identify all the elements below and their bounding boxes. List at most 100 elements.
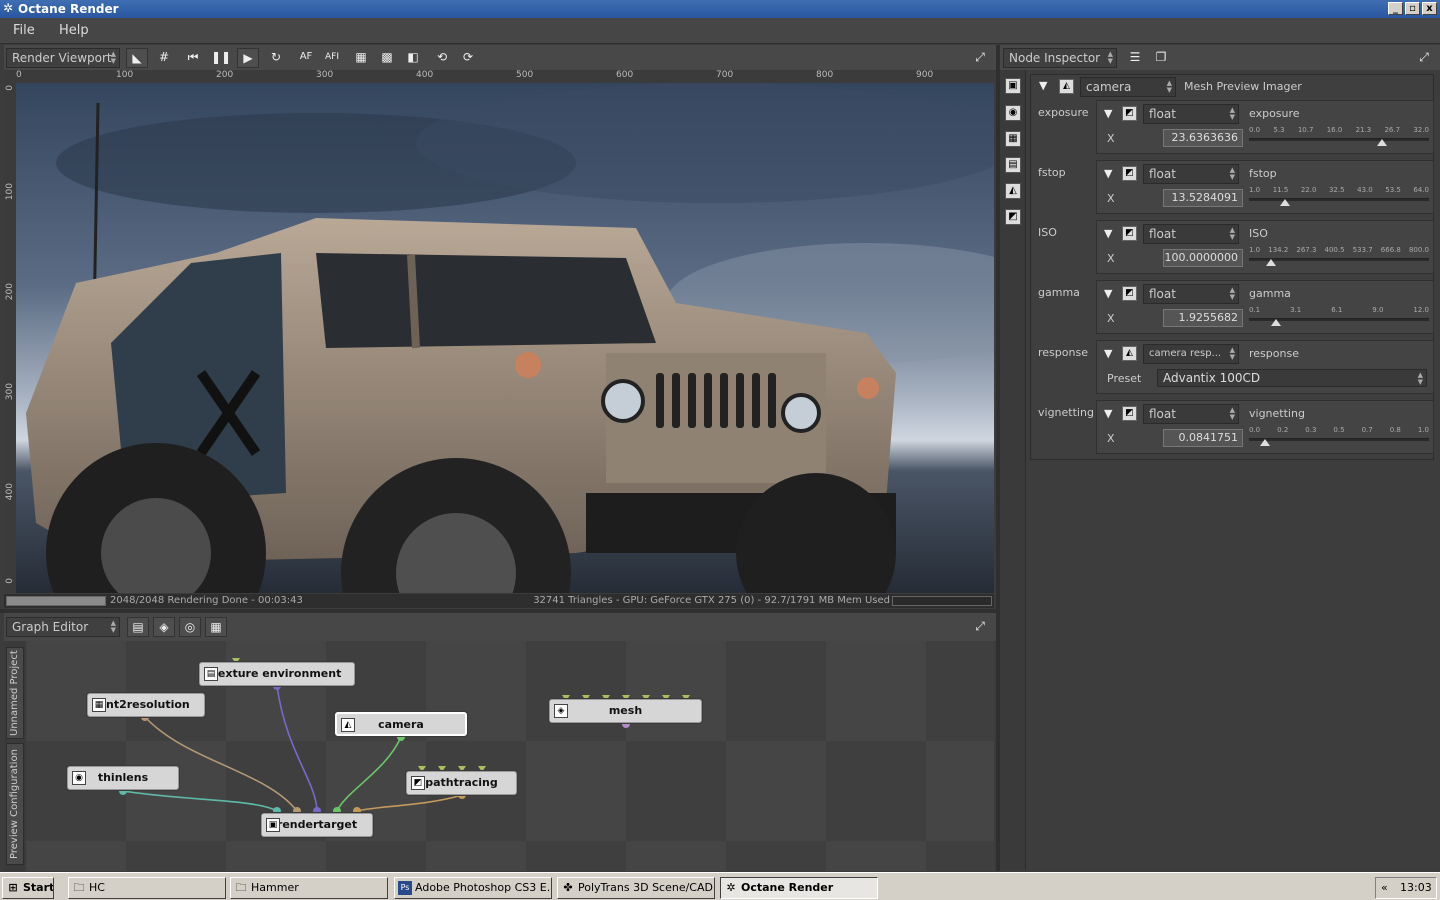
collapse-triangle-icon[interactable]: ▼	[1104, 407, 1112, 420]
collapse-triangle-icon[interactable]: ▼	[1104, 347, 1112, 360]
ruler-tick: 0	[5, 578, 15, 584]
param-value-input[interactable]: 0.0841751	[1163, 429, 1243, 447]
param-label: fstop	[1038, 166, 1066, 179]
graph-material-icon[interactable]: ◎	[179, 617, 201, 637]
node-inspector: ▼ ◭ camera ▲ ▼ Mesh Preview Imager exposur…	[1026, 70, 1440, 870]
task-octane-render[interactable]: ✲ Octane Render	[720, 877, 878, 899]
imager-shortcut-icon[interactable]: ◭	[1005, 183, 1021, 199]
task-hammer[interactable]: 🗀 Hammer	[230, 877, 388, 899]
param-slider[interactable]: 1.0 134.2 267.3 400.5 533.7 666.8 800.0	[1249, 246, 1429, 270]
ruler-tick: 400	[5, 483, 15, 501]
task-polytrans[interactable]: ✤ PolyTrans 3D Scene/CAD...	[557, 877, 715, 899]
node-camera[interactable]: ◭ camera	[335, 712, 467, 736]
slider-thumb[interactable]	[1265, 259, 1276, 266]
kernel-shortcut-icon[interactable]: ◩	[1005, 209, 1021, 225]
close-button[interactable]: x	[1422, 2, 1437, 15]
ruler-tick: 200	[216, 70, 234, 80]
ruler-tick: 700	[716, 70, 734, 80]
tray-expand-icon[interactable]: «	[1381, 878, 1388, 898]
param-value-input[interactable]: 1.9255682	[1163, 309, 1243, 327]
graph-editor-combo[interactable]: Graph Editor ▲ ▼	[6, 617, 120, 637]
param-type-icon: ◩	[1122, 226, 1137, 241]
float-window-icon[interactable]: ❐	[1150, 48, 1172, 68]
collapse-icon[interactable]: ☰	[1124, 48, 1146, 68]
camera-shortcut-icon[interactable]: ◉	[1005, 105, 1021, 121]
node-type-combo[interactable]: camera ▲ ▼	[1080, 77, 1176, 97]
tab-preview-configuration[interactable]: Preview Configuration	[6, 743, 24, 865]
collapse-triangle-icon[interactable]: ▼	[1104, 167, 1112, 180]
slider-tick-label: 64.0	[1413, 186, 1429, 194]
tab-unnamed-project[interactable]: Unnamed Project	[6, 647, 24, 739]
slider-tick-label: 0.0	[1249, 426, 1261, 434]
param-slider[interactable]: 0.1 3.1 6.1 9.0 12.0	[1249, 306, 1429, 330]
slider-thumb[interactable]	[1260, 439, 1271, 446]
node-inspector-combo[interactable]: Node Inspector ▲ ▼	[1003, 48, 1117, 68]
slider-tick-label: 0.2	[1277, 426, 1289, 434]
slider-tick-label: 267.3	[1296, 246, 1317, 254]
start-button[interactable]: ⊞ Start	[2, 877, 54, 899]
param-type-combo[interactable]: camera resp... ▲ ▼	[1143, 344, 1239, 364]
param-slider[interactable]: 1.0 11.5 22.0 32.5 43.0 53.5 64.0	[1249, 186, 1429, 210]
alpha-icon[interactable]: ◧	[402, 48, 424, 68]
param-slider[interactable]: 0.0 5.3 10.7 16.0 21.3 26.7 32.0	[1249, 126, 1429, 150]
resolution-shortcut-icon[interactable]: ▦	[1005, 131, 1021, 147]
slider-tick-label: 53.5	[1385, 186, 1401, 194]
task-hc[interactable]: 🗀 HC	[68, 877, 226, 899]
rewind-icon[interactable]: ⏮	[182, 48, 204, 68]
maximize-graph-icon[interactable]: ⤢	[969, 617, 991, 637]
node-thinlens[interactable]: ◉ thinlens	[67, 766, 179, 790]
select-tool-icon[interactable]: ◣	[126, 48, 148, 68]
render-viewport-combo[interactable]: Render Viewport ▲ ▼	[6, 48, 120, 68]
collapse-triangle-icon[interactable]: ▼	[1104, 227, 1112, 240]
menu-help[interactable]: Help	[59, 23, 89, 38]
maximize-button[interactable]: ▫	[1405, 2, 1420, 15]
param-type-combo[interactable]: float ▲ ▼	[1143, 164, 1239, 184]
node-texture-environment[interactable]: ▤ texture environment	[199, 662, 355, 686]
menu-file[interactable]: File	[13, 23, 35, 38]
collapse-triangle-icon[interactable]: ▼	[1104, 287, 1112, 300]
rendertarget-node-icon: ▣	[266, 818, 280, 832]
maximize-inspector-icon[interactable]: ⤢	[1413, 48, 1435, 68]
rendertarget-shortcut-icon[interactable]: ▣	[1005, 78, 1021, 94]
slider-thumb[interactable]	[1271, 319, 1281, 326]
graph-rendertarget-icon[interactable]: ▦	[205, 617, 227, 637]
slider-thumb[interactable]	[1280, 199, 1290, 206]
autofocus-interactive-icon[interactable]: AFI	[321, 48, 343, 68]
environment-shortcut-icon[interactable]: ▤	[1005, 157, 1021, 173]
autofocus-icon[interactable]: AF	[295, 48, 317, 68]
slider-tick-label: 0.3	[1305, 426, 1317, 434]
checker-icon[interactable]: ▩	[376, 48, 398, 68]
param-value-input[interactable]: 13.5284091	[1163, 189, 1243, 207]
param-type-combo[interactable]: float ▲ ▼	[1143, 224, 1239, 244]
region-icon[interactable]: ▦	[350, 48, 372, 68]
pause-icon[interactable]: ❚❚	[210, 48, 232, 68]
save-image-icon[interactable]: ⟲	[431, 48, 453, 68]
graph-add-mesh-icon[interactable]: ◈	[153, 617, 175, 637]
play-icon[interactable]: ▶	[237, 48, 259, 68]
param-value-input[interactable]: 23.6363636	[1163, 129, 1243, 147]
node-int2resolution[interactable]: ▦ int2resolution	[87, 693, 205, 717]
minimize-button[interactable]: _	[1388, 2, 1403, 15]
settings-image-icon[interactable]: ⟳	[457, 48, 479, 68]
graph-canvas[interactable]: ▤ texture environment ▦ int2resolution ◭ ca…	[26, 641, 994, 871]
maximize-viewport-icon[interactable]: ⤢	[969, 48, 991, 68]
node-pathtracing[interactable]: ◩ pathtracing	[406, 771, 517, 795]
param-slider[interactable]: 0.0 0.2 0.3 0.5 0.7 0.8 1.0	[1249, 426, 1429, 450]
graph-load-icon[interactable]: ▤	[127, 617, 149, 637]
grid-tool-icon[interactable]: #	[153, 48, 175, 68]
slider-thumb[interactable]	[1377, 139, 1388, 146]
node-mesh[interactable]: ◈ mesh	[549, 699, 702, 723]
param-exposure: exposure ▼ ◩ float ▲ ▼ exposure X 23.6363636 0.0 5…	[1034, 100, 1434, 158]
preset-select[interactable]: Advantix 100CD ▲ ▼	[1157, 369, 1427, 387]
param-type-combo[interactable]: float ▲ ▼	[1143, 404, 1239, 424]
task-photoshop[interactable]: Ps Adobe Photoshop CS3 E...	[394, 877, 552, 899]
collapse-triangle-icon[interactable]: ▼	[1039, 79, 1047, 92]
param-type-combo[interactable]: float ▲ ▼	[1143, 104, 1239, 124]
render-viewport[interactable]	[16, 83, 994, 593]
image-node-icon: ◭	[341, 718, 355, 732]
param-type-combo[interactable]: float ▲ ▼	[1143, 284, 1239, 304]
collapse-triangle-icon[interactable]: ▼	[1104, 107, 1112, 120]
refresh-icon[interactable]: ↻	[265, 48, 287, 68]
node-rendertarget[interactable]: ▣ rendertarget	[261, 813, 373, 837]
param-value-input[interactable]: 100.0000000	[1163, 249, 1243, 267]
